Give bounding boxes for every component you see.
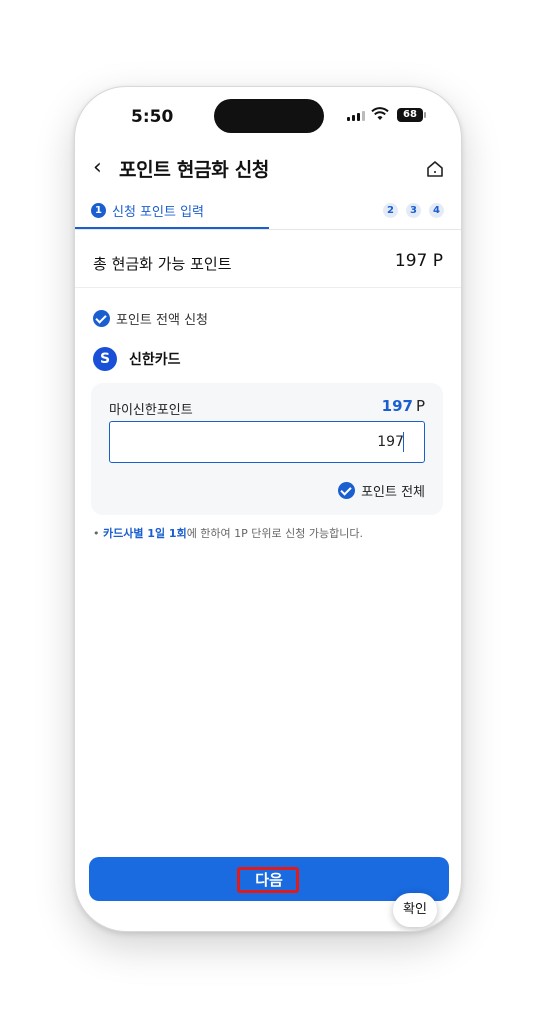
notice-text: • 카드사별 1일 1회에 한하여 1P 단위로 신청 가능합니다. — [93, 525, 363, 541]
wifi-icon — [371, 107, 389, 120]
all-points-apply-checkbox[interactable]: 포인트 전액 신청 — [93, 309, 208, 328]
step-1: 1 신청 포인트 입력 — [91, 201, 204, 220]
step-3-number: 3 — [406, 203, 421, 218]
battery-icon: 68 — [397, 108, 423, 122]
notice-body: 에 한하여 1P 단위로 신청 가능합니다. — [186, 527, 363, 540]
step-1-label: 신청 포인트 입력 — [112, 205, 204, 220]
page-title: 포인트 현금화 신청 — [119, 159, 270, 181]
home-icon[interactable] — [425, 159, 445, 179]
point-balance-value: 197 — [381, 397, 413, 415]
app-header: ‹ 포인트 현금화 신청 — [75, 149, 461, 187]
status-time: 5:50 — [131, 107, 174, 127]
back-chevron-icon[interactable]: ‹ — [93, 155, 102, 180]
signal-icon — [347, 111, 365, 121]
all-points-apply-label: 포인트 전액 신청 — [116, 313, 208, 328]
check-icon — [93, 310, 110, 327]
total-points-row: 총 현금화 가능 포인트 197 P — [75, 247, 461, 287]
text-cursor — [403, 432, 404, 452]
step-2-number: 2 — [383, 203, 398, 218]
total-points-label: 총 현금화 가능 포인트 — [93, 255, 232, 273]
next-button-label: 다음 — [255, 871, 283, 889]
check-icon — [338, 482, 356, 499]
phone-frame: 5:50 68 ‹ 포인트 현금화 신청 1 신청 포인트 입력 2 3 4 총… — [74, 86, 462, 932]
card-company-row: S 신한카드 — [93, 347, 181, 371]
step-4-number: 4 — [429, 203, 444, 218]
screen: 5:50 68 ‹ 포인트 현금화 신청 1 신청 포인트 입력 2 3 4 총… — [0, 0, 534, 1024]
point-amount-value: 197 — [377, 434, 404, 450]
battery-tip — [424, 112, 426, 118]
status-bar: 5:50 68 — [75, 87, 461, 141]
point-balance-unit: P — [415, 397, 425, 415]
point-panel: 마이신한포인트 197 P 197 포인트 전체 — [91, 383, 443, 515]
step-divider — [75, 229, 461, 230]
notice-bullet: • — [93, 527, 100, 540]
total-points-value: 197 P — [394, 251, 443, 271]
confirm-button[interactable]: 확인 — [393, 893, 437, 927]
shinhan-card-logo: S — [93, 347, 117, 371]
step-indicator: 1 신청 포인트 입력 2 3 4 — [75, 197, 461, 229]
remaining-steps: 2 3 4 — [383, 203, 444, 218]
point-amount-input[interactable]: 197 — [109, 421, 425, 463]
section-divider — [75, 287, 461, 288]
point-type-label: 마이신한포인트 — [109, 403, 193, 418]
all-points-label: 포인트 전체 — [361, 485, 425, 500]
dynamic-island — [214, 99, 324, 133]
next-button[interactable]: 다음 — [89, 857, 449, 901]
all-points-checkbox[interactable]: 포인트 전체 — [338, 481, 425, 500]
point-balance: 197 P — [382, 397, 425, 415]
notice-highlight: 카드사별 1일 1회 — [103, 527, 187, 540]
card-company-name: 신한카드 — [129, 352, 181, 368]
step-1-number: 1 — [91, 203, 106, 218]
